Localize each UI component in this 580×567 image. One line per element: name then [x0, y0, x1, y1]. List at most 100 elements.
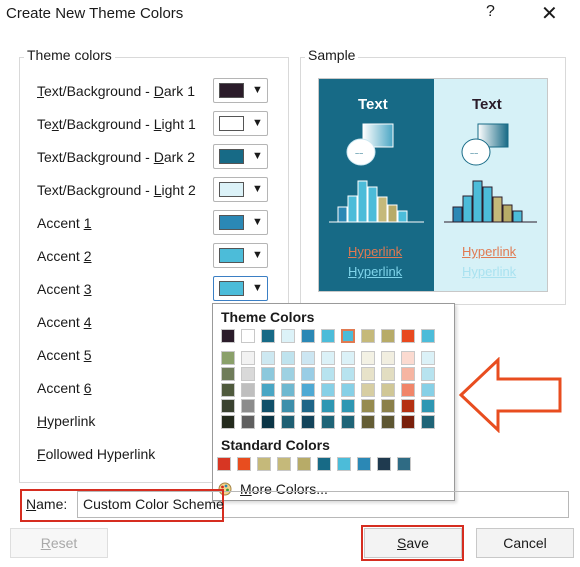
- theme-color-swatch[interactable]: [321, 383, 335, 397]
- help-button[interactable]: ?: [486, 3, 495, 21]
- theme-color-swatch[interactable]: [261, 329, 275, 343]
- sample-shapes-dark: ~~: [329, 123, 424, 223]
- theme-color-swatch[interactable]: [401, 367, 415, 381]
- theme-color-swatch[interactable]: [401, 415, 415, 429]
- theme-color-swatch[interactable]: [401, 399, 415, 413]
- theme-color-swatch[interactable]: [281, 367, 295, 381]
- cancel-button[interactable]: Cancel: [476, 528, 574, 558]
- reset-label: Reset: [40, 535, 78, 551]
- theme-color-swatch[interactable]: [361, 415, 375, 429]
- theme-color-swatch[interactable]: [281, 351, 295, 365]
- dialog-title: Create New Theme Colors: [6, 5, 184, 22]
- chevron-down-icon: ▼: [252, 282, 263, 294]
- name-field[interactable]: Custom Color Scheme: [83, 496, 224, 512]
- theme-color-swatch[interactable]: [261, 415, 275, 429]
- light1-color-button[interactable]: ▼: [213, 111, 268, 136]
- theme-color-swatch[interactable]: [381, 351, 395, 365]
- standard-color-swatch[interactable]: [317, 457, 331, 471]
- theme-color-swatch[interactable]: [241, 367, 255, 381]
- theme-color-swatch[interactable]: [221, 399, 235, 413]
- theme-color-swatch[interactable]: [361, 399, 375, 413]
- theme-color-swatch[interactable]: [361, 351, 375, 365]
- theme-color-swatch[interactable]: [321, 367, 335, 381]
- theme-color-swatch[interactable]: [421, 351, 435, 365]
- theme-color-swatch[interactable]: [241, 351, 255, 365]
- standard-color-swatch[interactable]: [237, 457, 251, 471]
- theme-color-swatch[interactable]: [401, 329, 415, 343]
- sample-preview: Text ~~ Hyperlink Hyperlink Text ~~ Hype…: [318, 78, 548, 292]
- theme-color-swatch[interactable]: [221, 383, 235, 397]
- standard-color-swatch[interactable]: [377, 457, 391, 471]
- standard-color-swatch[interactable]: [217, 457, 231, 471]
- dark1-color-button[interactable]: ▼: [213, 78, 268, 103]
- theme-color-swatch[interactable]: [421, 415, 435, 429]
- standard-color-swatch[interactable]: [397, 457, 411, 471]
- theme-color-swatch[interactable]: [361, 383, 375, 397]
- theme-color-swatch[interactable]: [221, 367, 235, 381]
- theme-color-swatch[interactable]: [301, 367, 315, 381]
- standard-color-swatch[interactable]: [337, 457, 351, 471]
- theme-color-swatch[interactable]: [261, 399, 275, 413]
- theme-color-swatch[interactable]: [281, 399, 295, 413]
- name-label: Name:: [26, 496, 68, 512]
- theme-color-swatch[interactable]: [261, 383, 275, 397]
- dark2-color-button[interactable]: ▼: [213, 144, 268, 169]
- theme-color-swatch[interactable]: [341, 399, 355, 413]
- theme-color-swatch[interactable]: [221, 329, 235, 343]
- theme-color-swatch[interactable]: [321, 329, 335, 343]
- theme-color-swatch[interactable]: [421, 399, 435, 413]
- chevron-down-icon: ▼: [252, 249, 263, 261]
- sample-hyperlink-dark[interactable]: Hyperlink: [348, 244, 402, 259]
- theme-color-swatch[interactable]: [241, 399, 255, 413]
- theme-color-swatch[interactable]: [301, 415, 315, 429]
- theme-color-swatch[interactable]: [381, 367, 395, 381]
- theme-color-swatch[interactable]: [281, 383, 295, 397]
- theme-color-swatch[interactable]: [241, 383, 255, 397]
- theme-color-swatch[interactable]: [221, 415, 235, 429]
- accent3-color-button[interactable]: ▼: [213, 276, 268, 301]
- theme-color-swatch[interactable]: [341, 329, 355, 343]
- accent2-color-button[interactable]: ▼: [213, 243, 268, 268]
- light2-color-button[interactable]: ▼: [213, 177, 268, 202]
- sample-followed-light[interactable]: Hyperlink: [462, 264, 516, 279]
- theme-color-swatch[interactable]: [221, 351, 235, 365]
- theme-color-swatch[interactable]: [301, 399, 315, 413]
- reset-button[interactable]: Reset: [10, 528, 108, 558]
- theme-color-swatch[interactable]: [261, 367, 275, 381]
- theme-color-swatch[interactable]: [301, 383, 315, 397]
- standard-color-swatch[interactable]: [297, 457, 311, 471]
- theme-color-swatch[interactable]: [301, 351, 315, 365]
- standard-color-swatch[interactable]: [277, 457, 291, 471]
- theme-color-swatch[interactable]: [381, 383, 395, 397]
- theme-color-swatch[interactable]: [401, 351, 415, 365]
- close-button[interactable]: ✕: [541, 1, 558, 26]
- theme-color-swatch[interactable]: [381, 329, 395, 343]
- theme-color-swatch[interactable]: [321, 351, 335, 365]
- standard-color-swatch[interactable]: [257, 457, 271, 471]
- theme-color-swatch[interactable]: [381, 415, 395, 429]
- theme-color-swatch[interactable]: [281, 329, 295, 343]
- accent1-color-button[interactable]: ▼: [213, 210, 268, 235]
- theme-color-swatch[interactable]: [361, 367, 375, 381]
- theme-color-swatch[interactable]: [341, 351, 355, 365]
- theme-color-swatch[interactable]: [241, 329, 255, 343]
- theme-colors-heading: Theme Colors: [221, 309, 315, 325]
- theme-color-swatch[interactable]: [421, 367, 435, 381]
- theme-color-swatch[interactable]: [241, 415, 255, 429]
- sample-hyperlink-light[interactable]: Hyperlink: [462, 244, 516, 259]
- theme-color-swatch[interactable]: [341, 383, 355, 397]
- theme-color-swatch[interactable]: [381, 399, 395, 413]
- theme-color-swatch[interactable]: [421, 383, 435, 397]
- theme-color-swatch[interactable]: [261, 351, 275, 365]
- theme-color-swatch[interactable]: [401, 383, 415, 397]
- standard-color-swatch[interactable]: [357, 457, 371, 471]
- theme-color-swatch[interactable]: [281, 415, 295, 429]
- theme-color-swatch[interactable]: [421, 329, 435, 343]
- theme-color-swatch[interactable]: [341, 415, 355, 429]
- theme-color-swatch[interactable]: [361, 329, 375, 343]
- sample-followed-dark[interactable]: Hyperlink: [348, 264, 402, 279]
- theme-color-swatch[interactable]: [321, 415, 335, 429]
- theme-color-swatch[interactable]: [301, 329, 315, 343]
- theme-color-swatch[interactable]: [321, 399, 335, 413]
- theme-color-swatch[interactable]: [341, 367, 355, 381]
